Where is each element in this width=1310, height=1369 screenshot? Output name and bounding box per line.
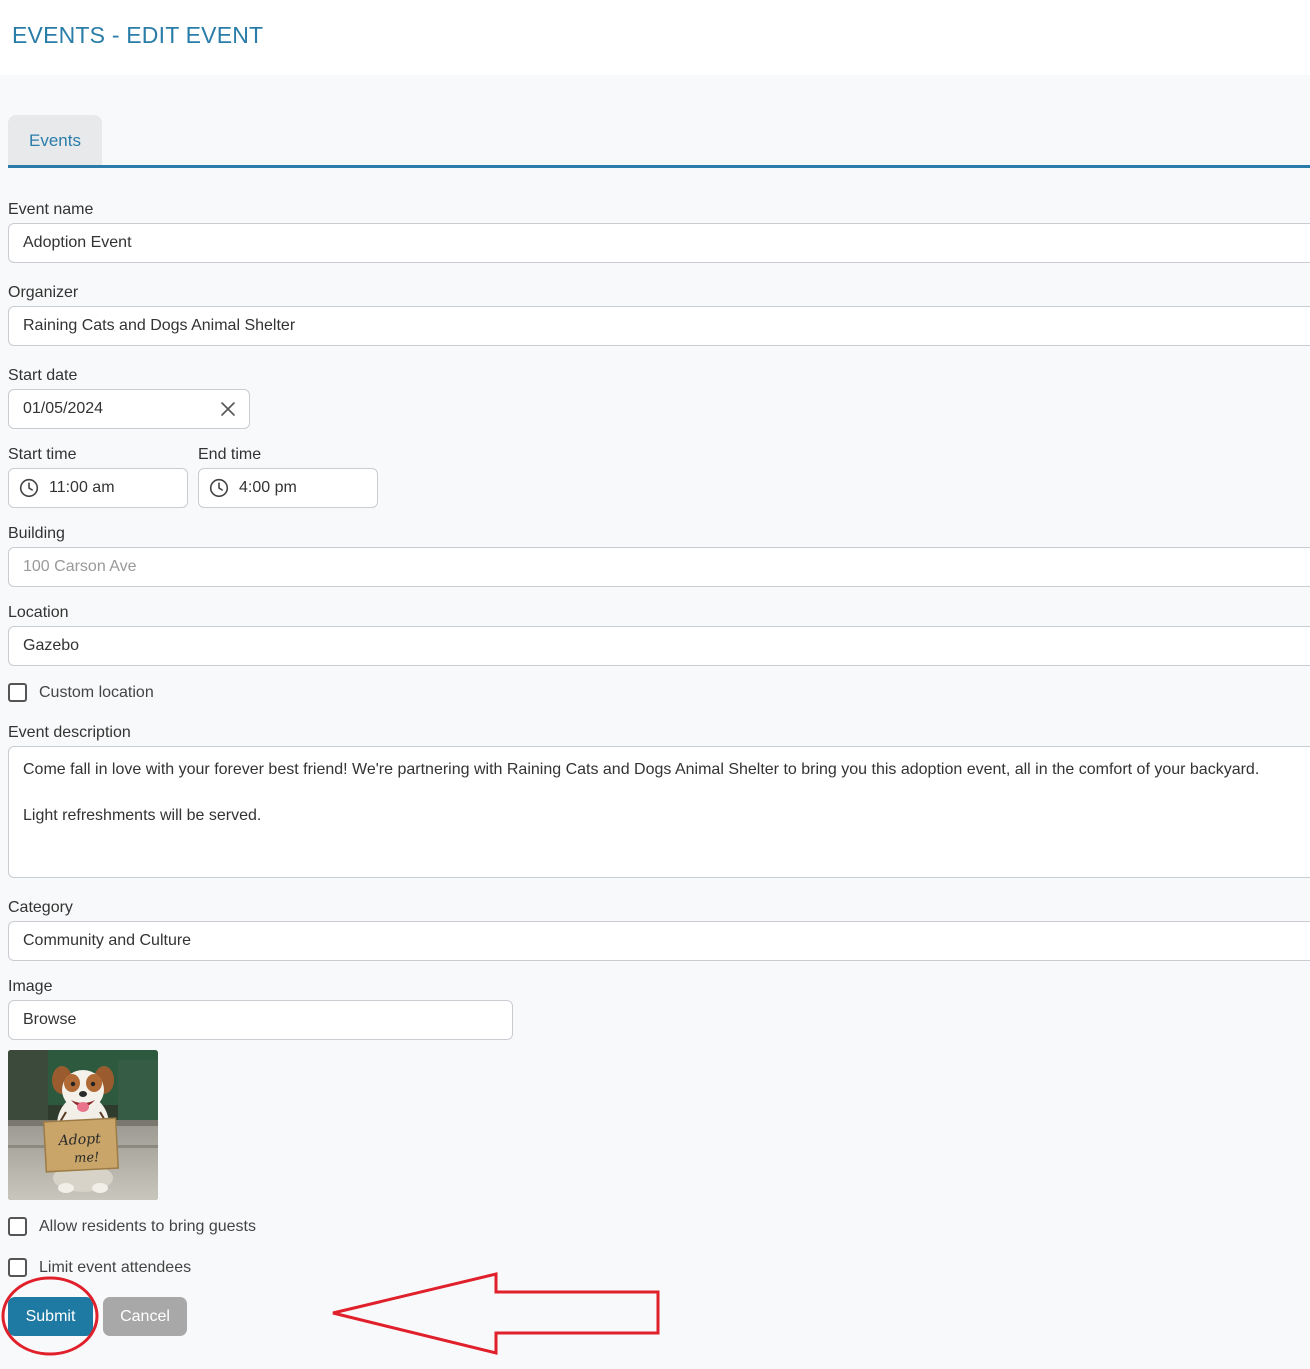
end-time-value: 4:00 pm: [239, 479, 297, 496]
page-header: EVENTS - EDIT EVENT: [0, 0, 1310, 75]
limit-attendees-label: Limit event attendees: [39, 1258, 192, 1276]
event-name-label: Event name: [8, 201, 94, 218]
tab-underline: [8, 165, 1310, 168]
start-date-input[interactable]: 01/05/2024: [8, 389, 250, 429]
description-label: Event description: [8, 724, 131, 741]
allow-guests-row: Allow residents to bring guests: [8, 1217, 256, 1236]
organizer-label: Organizer: [8, 284, 79, 301]
event-name-input[interactable]: Adoption Event: [8, 223, 1310, 263]
organizer-select[interactable]: Raining Cats and Dogs Animal Shelter: [8, 306, 1310, 346]
browse-text: Browse: [23, 1011, 77, 1028]
start-date-value: 01/05/2024: [23, 400, 104, 417]
page-title: EVENTS - EDIT EVENT: [12, 22, 264, 48]
limit-attendees-row: Limit event attendees: [8, 1258, 191, 1277]
cancel-button[interactable]: Cancel: [103, 1297, 187, 1336]
category-label: Category: [8, 899, 73, 916]
start-time-input[interactable]: 11:00 am: [8, 468, 188, 508]
building-input[interactable]: 100 Carson Ave: [8, 547, 1310, 587]
tab-events[interactable]: Events: [8, 115, 102, 166]
allow-guests-checkbox[interactable]: [8, 1217, 27, 1236]
location-select[interactable]: Gazebo: [8, 626, 1310, 666]
location-value: Gazebo: [23, 637, 80, 654]
start-time-value: 11:00 am: [49, 479, 115, 496]
event-image-thumbnail: Adopt me!: [8, 1050, 158, 1200]
custom-location-checkbox[interactable]: [8, 683, 27, 702]
allow-guests-label: Allow residents to bring guests: [39, 1217, 256, 1235]
submit-button[interactable]: Submit: [8, 1297, 93, 1336]
dog-photo: Adopt me!: [8, 1050, 158, 1200]
annotation-overlay: [1, 1272, 660, 1356]
category-value: Community and Culture: [23, 932, 192, 949]
clock-icon: [19, 478, 39, 498]
arrow-left-icon: [332, 1272, 660, 1355]
custom-location-row: Custom location: [8, 683, 154, 702]
location-label: Location: [8, 604, 69, 621]
category-select[interactable]: Community and Culture: [8, 921, 1310, 961]
description-line-1: Come fall in love with your forever best…: [23, 761, 1260, 778]
close-icon[interactable]: [219, 400, 237, 418]
building-value: 100 Carson Ave: [23, 558, 137, 575]
image-browse-input[interactable]: Browse: [8, 1000, 513, 1040]
sign-text-2: me!: [74, 1150, 100, 1166]
clock-icon: [209, 478, 229, 498]
limit-attendees-checkbox[interactable]: [8, 1258, 27, 1277]
start-time-label: Start time: [8, 446, 77, 463]
image-label: Image: [8, 978, 53, 995]
custom-location-label: Custom location: [39, 683, 154, 701]
description-line-2: Light refreshments will be served.: [23, 807, 262, 824]
organizer-value: Raining Cats and Dogs Animal Shelter: [23, 317, 296, 334]
description-textarea[interactable]: Come fall in love with your forever best…: [8, 746, 1310, 878]
start-date-label: Start date: [8, 367, 78, 384]
end-time-label: End time: [198, 446, 262, 463]
sign-text-1: Adopt: [56, 1131, 101, 1149]
building-label: Building: [8, 525, 65, 542]
end-time-input[interactable]: 4:00 pm: [198, 468, 378, 508]
event-name-value: Adoption Event: [23, 234, 132, 251]
